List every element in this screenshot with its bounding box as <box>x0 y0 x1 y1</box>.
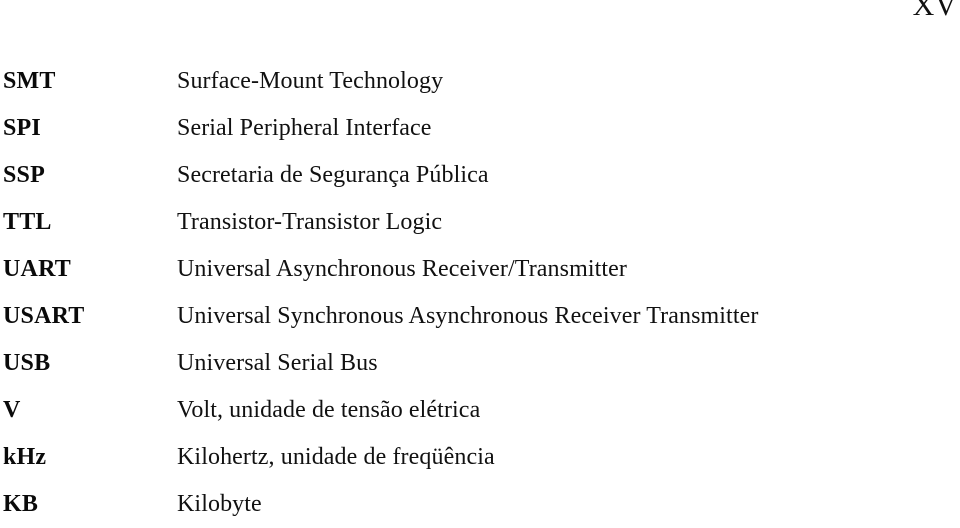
abbreviation-row: kHz Kilohertz, unidade de freqüência <box>0 434 960 481</box>
abbreviation-term: SPI <box>3 115 41 141</box>
abbreviation-row: TTL Transistor-Transistor Logic <box>0 199 960 246</box>
abbreviation-definition: Universal Synchronous Asynchronous Recei… <box>177 303 759 329</box>
abbreviation-list: SMT Surface-Mount Technology SPI Serial … <box>0 58 960 528</box>
abbreviation-definition: Surface-Mount Technology <box>177 68 444 94</box>
abbreviation-term: USB <box>3 350 51 376</box>
abbreviation-definition: Universal Serial Bus <box>177 350 378 376</box>
abbreviation-term: SSP <box>3 162 45 188</box>
abbreviation-definition: Serial Peripheral Interface <box>177 115 432 141</box>
abbreviation-row: KB Kilobyte <box>0 481 960 528</box>
abbreviation-definition: Secretaria de Segurança Pública <box>177 162 489 188</box>
abbreviation-row: V Volt, unidade de tensão elétrica <box>0 387 960 434</box>
abbreviation-definition: Transistor-Transistor Logic <box>177 209 443 235</box>
abbreviation-term: TTL <box>3 209 52 235</box>
abbreviation-row: SMT Surface-Mount Technology <box>0 58 960 105</box>
abbreviation-definition: Kilohertz, unidade de freqüência <box>177 444 495 470</box>
abbreviation-row: SPI Serial Peripheral Interface <box>0 105 960 152</box>
abbreviation-definition: Kilobyte <box>177 491 262 517</box>
abbreviation-row: SSP Secretaria de Segurança Pública <box>0 152 960 199</box>
abbreviation-row: UART Universal Asynchronous Receiver/Tra… <box>0 246 960 293</box>
abbreviation-term: V <box>3 397 21 423</box>
abbreviation-row: USART Universal Synchronous Asynchronous… <box>0 293 960 340</box>
abbreviation-definition: Universal Asynchronous Receiver/Transmit… <box>177 256 627 282</box>
abbreviation-term: USART <box>3 303 85 329</box>
abbreviation-term: SMT <box>3 68 56 94</box>
document-page: XV SMT Surface-Mount Technology SPI Seri… <box>0 0 960 523</box>
abbreviation-definition: Volt, unidade de tensão elétrica <box>177 397 481 423</box>
abbreviation-row: USB Universal Serial Bus <box>0 340 960 387</box>
abbreviation-term: UART <box>3 256 71 282</box>
page-number: XV <box>912 0 957 22</box>
abbreviation-term: kHz <box>3 444 47 470</box>
abbreviation-term: KB <box>3 491 39 517</box>
